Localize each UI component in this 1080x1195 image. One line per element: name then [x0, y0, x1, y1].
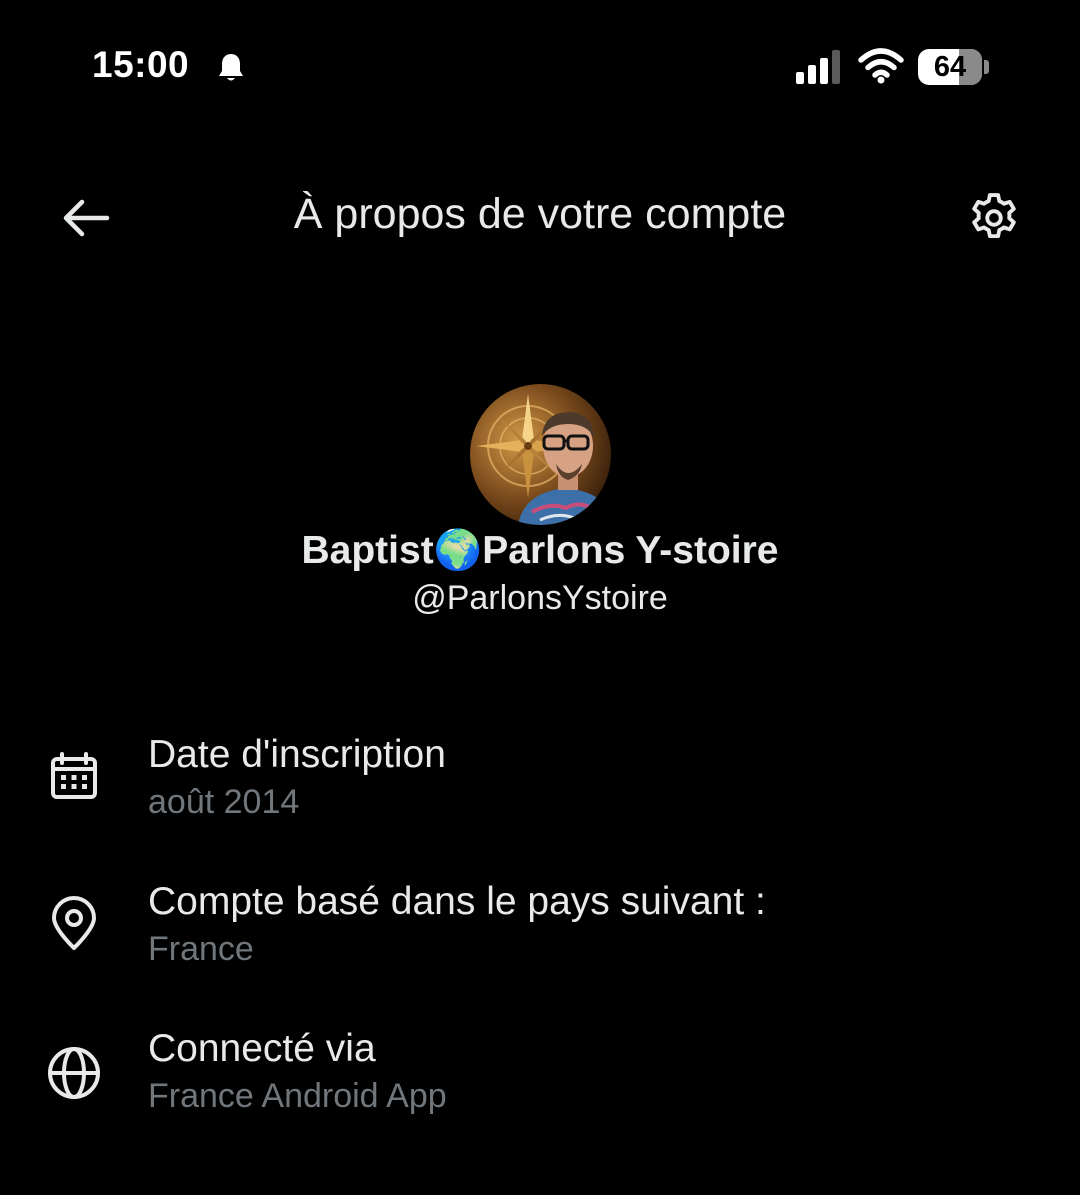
- profile-photo: [470, 384, 611, 525]
- status-bar: 15:00 64: [0, 0, 1080, 135]
- info-value: France Android App: [148, 1077, 447, 1115]
- info-row-connected-via: Connecté via France Android App: [0, 1027, 1080, 1147]
- info-label: Connecté via: [148, 1027, 376, 1070]
- display-name: Baptist🌍Parlons Y-stoire: [301, 529, 779, 572]
- globe-icon: [44, 1043, 104, 1103]
- avatar[interactable]: [470, 384, 611, 525]
- settings-button[interactable]: [958, 182, 1030, 254]
- account-handle: @ParlonsYstoire: [412, 579, 668, 617]
- wifi-icon: [858, 48, 904, 84]
- battery-icon: 64: [918, 49, 982, 85]
- calendar-icon: [44, 747, 104, 807]
- header: À propos de votre compte: [0, 170, 1080, 266]
- gear-icon: [972, 193, 1016, 239]
- notification-bell-icon: [219, 54, 243, 81]
- cellular-signal-icon: [796, 50, 840, 84]
- info-value: France: [148, 930, 254, 968]
- info-value: août 2014: [148, 783, 300, 821]
- page-title: À propos de votre compte: [293, 190, 787, 238]
- info-label: Compte basé dans le pays suivant :: [148, 880, 766, 923]
- info-label: Date d'inscription: [148, 733, 446, 776]
- battery-percentage: 64: [933, 51, 967, 83]
- battery-tip: [984, 60, 989, 74]
- info-row-country: Compte basé dans le pays suivant : Franc…: [0, 880, 1080, 1000]
- location-pin-icon: [44, 894, 104, 954]
- info-row-join-date: Date d'inscription août 2014: [0, 733, 1080, 853]
- status-time: 15:00: [92, 44, 190, 85]
